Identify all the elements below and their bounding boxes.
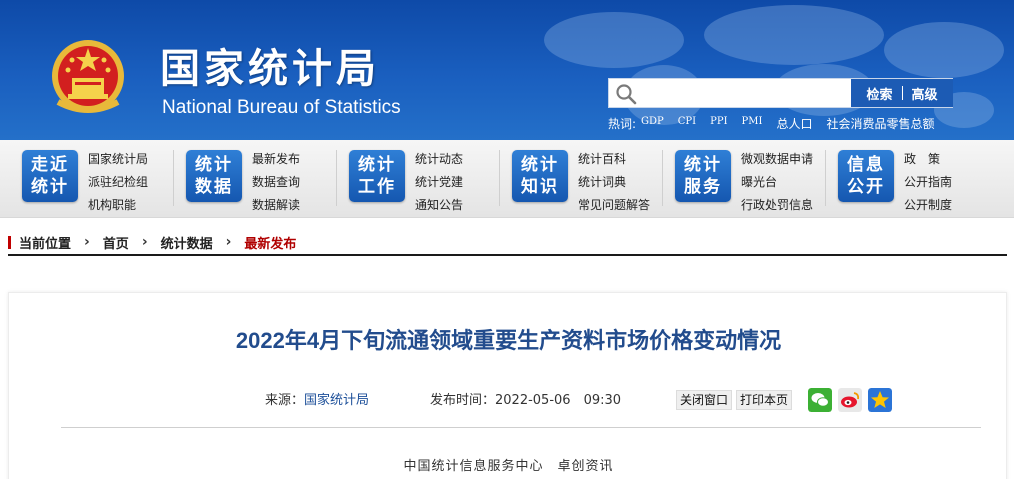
nav-link-penalties[interactable]: 行政处罚信息 (741, 194, 813, 217)
nav-link-data-query[interactable]: 数据查询 (252, 171, 300, 194)
chevron-right-icon: › (141, 234, 148, 250)
nav-badge-about[interactable]: 走近 统计 (22, 150, 78, 202)
nav-link-nbs[interactable]: 国家统计局 (88, 148, 148, 171)
nav-link-notices[interactable]: 通知公告 (415, 194, 463, 217)
national-emblem-icon (52, 40, 124, 113)
weibo-icon[interactable] (838, 388, 862, 412)
nav-divider (173, 150, 174, 206)
divider (901, 86, 903, 100)
qzone-icon[interactable] (868, 388, 892, 412)
nav-divider (499, 150, 500, 206)
breadcrumb: 当前位置 › 首页 › 统计数据 › 最新发布 (8, 230, 1007, 256)
divider-line (61, 427, 981, 428)
wechat-icon[interactable] (808, 388, 832, 412)
advanced-search-button[interactable]: 高级 (912, 84, 938, 103)
site-subtitle: National Bureau of Statistics (162, 97, 401, 118)
hot-word-cpi[interactable]: CPI (678, 116, 696, 132)
nav-badge-disclosure[interactable]: 信息 公开 (838, 150, 894, 202)
hot-word-population[interactable]: 总人口 (776, 115, 812, 132)
search-icon (616, 84, 637, 105)
nav-link-news[interactable]: 统计动态 (415, 148, 463, 171)
nav-link-microdata[interactable]: 微观数据申请 (741, 148, 813, 171)
hot-word-pmi[interactable]: PMI (742, 116, 763, 132)
nav-link-exposure[interactable]: 曝光台 (741, 171, 813, 194)
site-title: 国家统计局 (160, 46, 380, 92)
nav-link-discipline[interactable]: 派驻纪检组 (88, 171, 148, 194)
hot-word-ppi[interactable]: PPI (710, 116, 727, 132)
nav-link-party[interactable]: 统计党建 (415, 171, 463, 194)
nav-link-functions[interactable]: 机构职能 (88, 194, 148, 217)
search-box: 检索 高级 (608, 78, 953, 108)
chevron-right-icon: › (225, 234, 232, 250)
search-button[interactable]: 检索 (866, 84, 892, 103)
chevron-right-icon: › (84, 234, 90, 250)
nav-link-guide[interactable]: 公开指南 (904, 171, 952, 194)
article-panel: 2022年4月下旬流通领域重要生产资料市场价格变动情况 来源：国家统计局 发布时… (8, 292, 1007, 479)
nav-link-encyclopedia[interactable]: 统计百科 (578, 148, 650, 171)
source-label: 来源： (265, 393, 305, 408)
breadcrumb-latest[interactable]: 最新发布 (244, 233, 296, 252)
print-page-button[interactable]: 打印本页 (736, 390, 793, 410)
nav-link-latest-release[interactable]: 最新发布 (252, 148, 300, 171)
nav-link-system[interactable]: 公开制度 (904, 194, 952, 217)
nav-divider (825, 150, 826, 206)
hot-words: 热词: GDP CPI PPI PMI 总人口 社会消费品零售总额 (608, 115, 946, 132)
search-button-group: 检索 高级 (851, 79, 953, 107)
nav-badge-service[interactable]: 统计 服务 (675, 150, 731, 202)
header-banner: 国家统计局 National Bureau of Statistics 检索 高… (0, 0, 1014, 140)
search-input[interactable] (643, 82, 843, 104)
article-date: 发布时间：2022-05-06 09:30 (430, 389, 621, 408)
article-source: 来源：国家统计局 (265, 389, 369, 408)
article-byline: 中国统计信息服务中心 卓创资讯 (403, 459, 614, 474)
nav-badge-data[interactable]: 统计 数据 (186, 150, 242, 202)
nav-link-policy[interactable]: 政 策 (904, 148, 952, 171)
nav-badge-knowledge[interactable]: 统计 知识 (512, 150, 568, 202)
breadcrumb-stats-data[interactable]: 统计数据 (161, 233, 213, 252)
nav-link-dictionary[interactable]: 统计词典 (578, 171, 650, 194)
breadcrumb-label: 当前位置 (19, 236, 72, 252)
breadcrumb-marker (8, 235, 11, 249)
nav-badge-work[interactable]: 统计 工作 (349, 150, 405, 202)
nav-divider (662, 150, 663, 206)
source-link[interactable]: 国家统计局 (304, 393, 369, 408)
date-value: 2022-05-06 09:30 (495, 393, 622, 408)
breadcrumb-home[interactable]: 首页 (103, 233, 129, 252)
article-title: 2022年4月下旬流通领域重要生产资料市场价格变动情况 (235, 328, 782, 353)
hot-word-gdp[interactable]: GDP (641, 116, 664, 132)
main-nav: 走近 统计 国家统计局 派驻纪检组 机构职能 统计 数据 最新发布 数据查询 数据解… (0, 140, 1014, 218)
nav-link-data-interpretation[interactable]: 数据解读 (252, 194, 300, 217)
close-window-button[interactable]: 关闭窗口 (676, 390, 733, 410)
hot-word-retail-sales[interactable]: 社会消费品零售总额 (826, 115, 934, 132)
nav-link-faq[interactable]: 常见问题解答 (578, 194, 650, 217)
hot-words-label: 热词: (608, 117, 637, 131)
nav-divider (336, 150, 337, 206)
date-label: 发布时间： (430, 393, 496, 408)
